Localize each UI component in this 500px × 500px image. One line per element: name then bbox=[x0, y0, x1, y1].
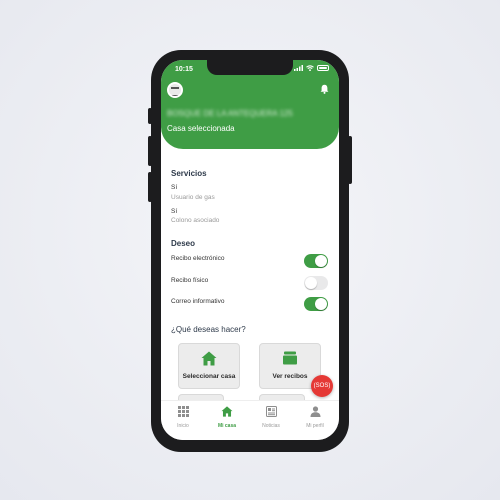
tab-noticias[interactable]: Noticias bbox=[253, 404, 289, 429]
selected-house-name: BOSQUE DE LA ANTEQUERA 125 bbox=[167, 109, 293, 118]
tab-mi-casa[interactable]: Mi casa bbox=[209, 404, 245, 429]
newsletter-toggle[interactable] bbox=[304, 297, 328, 311]
newspaper-icon bbox=[265, 406, 277, 417]
signal-icon bbox=[294, 65, 303, 71]
house-header: 10:15 BOSQUE DE LA ANTEQUERA 125 Casa se… bbox=[161, 60, 339, 149]
select-house-button[interactable]: Seleccionar casa bbox=[178, 343, 240, 389]
house-icon bbox=[221, 406, 233, 417]
tab-mi-casa-label: Mi casa bbox=[217, 423, 237, 429]
view-receipts-label: Ver recibos bbox=[272, 373, 308, 380]
tab-mi-perfil-label: Mi perfil bbox=[306, 423, 324, 429]
person-icon bbox=[310, 406, 320, 417]
status-icons bbox=[294, 65, 329, 71]
wifi-icon bbox=[306, 65, 314, 71]
pref-physical-receipt-label: Recibo físico bbox=[171, 277, 209, 284]
tab-inicio-label: Inicio bbox=[177, 423, 189, 429]
actions-question: ¿Qué deseas hacer? bbox=[171, 325, 246, 334]
pref-newsletter-label: Correo informativo bbox=[171, 298, 225, 305]
associate-label: Colono asociado bbox=[171, 217, 220, 224]
bell-icon[interactable] bbox=[320, 84, 329, 94]
associate-value: Sí bbox=[171, 208, 178, 215]
avatar[interactable] bbox=[167, 82, 183, 98]
selected-house-caption: Casa seleccionada bbox=[167, 124, 235, 133]
tab-inicio[interactable]: Inicio bbox=[165, 404, 201, 429]
services-title: Servicios bbox=[171, 169, 207, 178]
tab-noticias-label: Noticias bbox=[262, 423, 280, 429]
inbox-icon bbox=[283, 351, 297, 365]
pref-electronic-receipt-label: Recibo electrónico bbox=[171, 255, 225, 262]
app-screen: 10:15 BOSQUE DE LA ANTEQUERA 125 Casa se… bbox=[161, 60, 339, 440]
phone-notch bbox=[207, 60, 293, 75]
house-icon bbox=[201, 351, 217, 366]
sos-button[interactable]: (SOS) bbox=[311, 375, 333, 397]
tab-bar: Inicio Mi casa Noticias Mi perfil bbox=[161, 400, 339, 440]
grid-icon bbox=[177, 406, 189, 417]
battery-icon bbox=[317, 65, 329, 71]
tab-mi-perfil[interactable]: Mi perfil bbox=[297, 404, 333, 429]
gas-user-value: Sí bbox=[171, 184, 178, 191]
status-time: 10:15 bbox=[175, 66, 193, 73]
gas-user-label: Usuario de gas bbox=[171, 194, 215, 201]
physical-receipt-toggle[interactable] bbox=[304, 276, 328, 290]
electronic-receipt-toggle[interactable] bbox=[304, 254, 328, 268]
preferences-title: Deseo bbox=[171, 239, 196, 248]
select-house-label: Seleccionar casa bbox=[182, 373, 236, 380]
